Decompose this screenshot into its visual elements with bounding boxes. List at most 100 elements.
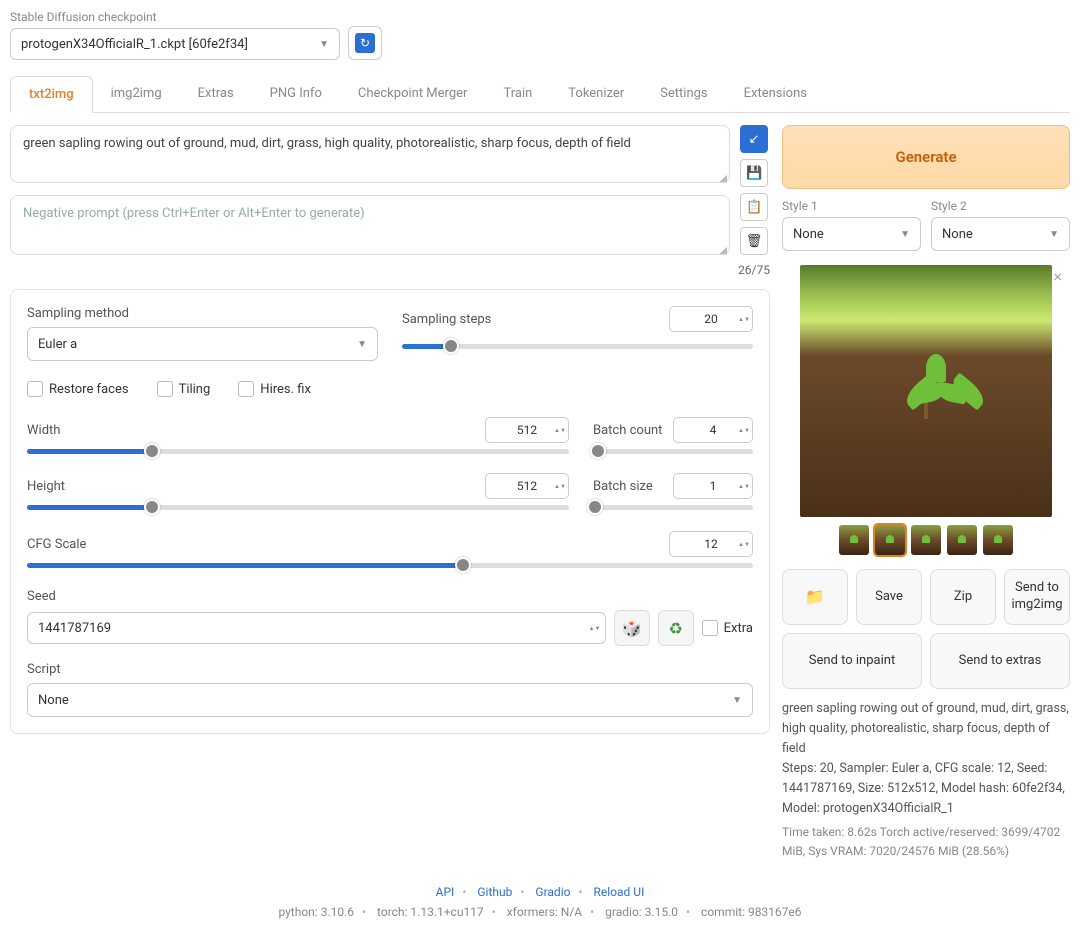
sampling-method-label: Sampling method (27, 306, 378, 321)
reuse-seed-button[interactable]: ♻ (658, 610, 694, 646)
width-label: Width (27, 423, 60, 438)
restore-faces-checkbox[interactable]: Restore faces (27, 381, 129, 397)
tabs: txt2img img2img Extras PNG Info Checkpoi… (10, 76, 1070, 113)
script-label: Script (27, 662, 61, 677)
sampling-steps-input[interactable]: 20 ▲▼ (669, 306, 753, 332)
width-input[interactable]: 512 ▲▼ (485, 417, 569, 443)
reload-checkpoint-button[interactable]: ↻ (348, 26, 382, 60)
prompt-input[interactable] (10, 125, 730, 183)
info-time: Time taken: 8.62s Torch active/reserved:… (782, 823, 1070, 861)
save-button[interactable]: Save (856, 569, 922, 625)
style2-select[interactable]: None▼ (931, 217, 1070, 251)
save-style-button[interactable]: 💾 (740, 159, 768, 187)
footer-commit: commit: 983167e6 (701, 905, 801, 919)
checkpoint-select[interactable]: protogenX34OfficialR_1.ckpt [60fe2f34] ▼ (10, 28, 340, 60)
height-slider[interactable] (27, 499, 569, 515)
reload-ui-link[interactable]: Reload UI (594, 885, 645, 899)
thumbnail[interactable] (839, 525, 869, 555)
reload-icon: ↻ (355, 33, 375, 53)
height-label: Height (27, 479, 65, 494)
height-input[interactable]: 512 ▲▼ (485, 473, 569, 499)
chevron-down-icon: ▼ (319, 39, 329, 50)
open-folder-button[interactable]: 📁 (782, 569, 848, 625)
clear-button[interactable]: 🗑 (740, 227, 768, 255)
neg-prompt-input[interactable] (10, 195, 730, 255)
batch-size-label: Batch size (593, 479, 653, 494)
batch-size-slider[interactable] (593, 499, 753, 515)
style1-value: None (793, 227, 824, 242)
close-icon[interactable]: × (1053, 267, 1062, 286)
clipboard-button[interactable]: 📋 (740, 193, 768, 221)
spinner-icon: ▲▼ (589, 615, 599, 641)
token-count: 26/75 (738, 263, 770, 277)
thumbnail[interactable] (947, 525, 977, 555)
seed-label: Seed (27, 589, 56, 604)
footer-python: python: 3.10.6 (278, 905, 354, 919)
sampling-method-select[interactable]: Euler a ▼ (27, 327, 378, 361)
thumbnail[interactable] (875, 525, 905, 555)
spinner-icon: ▲▼ (554, 420, 564, 440)
tab-tokenizer[interactable]: Tokenizer (550, 76, 642, 112)
footer: API• Github• Gradio• Reload UI python: 3… (10, 885, 1070, 919)
random-seed-button[interactable]: 🎲 (614, 610, 650, 646)
cfg-slider[interactable] (27, 557, 753, 573)
spinner-icon: ▲▼ (738, 476, 748, 496)
spinner-icon: ▲▼ (738, 534, 748, 554)
spinner-icon: ▲▼ (738, 309, 748, 329)
zip-button[interactable]: Zip (930, 569, 996, 625)
chevron-down-icon: ▼ (1049, 229, 1059, 240)
batch-count-label: Batch count (593, 423, 662, 438)
tab-settings[interactable]: Settings (642, 76, 725, 112)
hires-fix-checkbox[interactable]: Hires. fix (238, 381, 311, 397)
tab-extensions[interactable]: Extensions (726, 76, 825, 112)
thumbnail[interactable] (983, 525, 1013, 555)
apply-style-button[interactable]: ↙ (740, 125, 768, 153)
gradio-link[interactable]: Gradio (535, 885, 570, 899)
output-image[interactable] (800, 265, 1052, 517)
footer-xformers: xformers: N/A (507, 905, 582, 919)
info-meta: Steps: 20, Sampler: Euler a, CFG scale: … (782, 759, 1070, 819)
info-prompt: green sapling rowing out of ground, mud,… (782, 699, 1070, 759)
sampling-steps-slider[interactable] (402, 338, 753, 354)
folder-icon: 📁 (805, 587, 825, 608)
batch-count-slider[interactable] (593, 443, 753, 459)
spinner-icon: ▲▼ (554, 476, 564, 496)
github-link[interactable]: Github (477, 885, 512, 899)
tab-ckpt-merger[interactable]: Checkpoint Merger (340, 76, 486, 112)
spinner-icon: ▲▼ (738, 420, 748, 440)
send-img2img-button[interactable]: Send to img2img (1004, 569, 1070, 625)
api-link[interactable]: API (436, 885, 455, 899)
send-inpaint-button[interactable]: Send to inpaint (782, 633, 922, 689)
tiling-checkbox[interactable]: Tiling (157, 381, 211, 397)
width-value: 512 (517, 423, 537, 437)
tiling-label: Tiling (179, 382, 211, 397)
tab-txt2img[interactable]: txt2img (10, 76, 93, 113)
dice-icon: 🎲 (622, 619, 642, 638)
footer-torch: torch: 1.13.1+cu117 (377, 905, 484, 919)
restore-label: Restore faces (49, 382, 129, 397)
style1-select[interactable]: None▼ (782, 217, 921, 251)
tab-extras[interactable]: Extras (180, 76, 252, 112)
generation-info: green sapling rowing out of ground, mud,… (782, 699, 1070, 861)
batch-size-value: 1 (710, 479, 717, 493)
cfg-input[interactable]: 12▲▼ (669, 531, 753, 557)
checkpoint-value: protogenX34OfficialR_1.ckpt [60fe2f34] (21, 37, 248, 52)
steps-value: 20 (704, 312, 718, 326)
script-value: None (38, 693, 69, 708)
tab-train[interactable]: Train (485, 76, 550, 112)
style1-label: Style 1 (782, 199, 921, 213)
generate-button[interactable]: Generate (782, 125, 1070, 189)
script-select[interactable]: None ▼ (27, 683, 753, 717)
tab-pnginfo[interactable]: PNG Info (252, 76, 340, 112)
seed-input[interactable]: 1441787169▲▼ (27, 612, 606, 644)
batch-count-input[interactable]: 4▲▼ (673, 417, 753, 443)
chevron-down-icon: ▼ (357, 339, 367, 350)
tab-img2img[interactable]: img2img (93, 76, 180, 112)
thumbnail[interactable] (911, 525, 941, 555)
sampling-steps-label: Sampling steps (402, 312, 491, 327)
height-value: 512 (517, 479, 537, 493)
seed-extra-checkbox[interactable]: Extra (702, 620, 753, 636)
width-slider[interactable] (27, 443, 569, 459)
batch-size-input[interactable]: 1 ▲▼ (673, 473, 753, 499)
send-extras-button[interactable]: Send to extras (930, 633, 1070, 689)
